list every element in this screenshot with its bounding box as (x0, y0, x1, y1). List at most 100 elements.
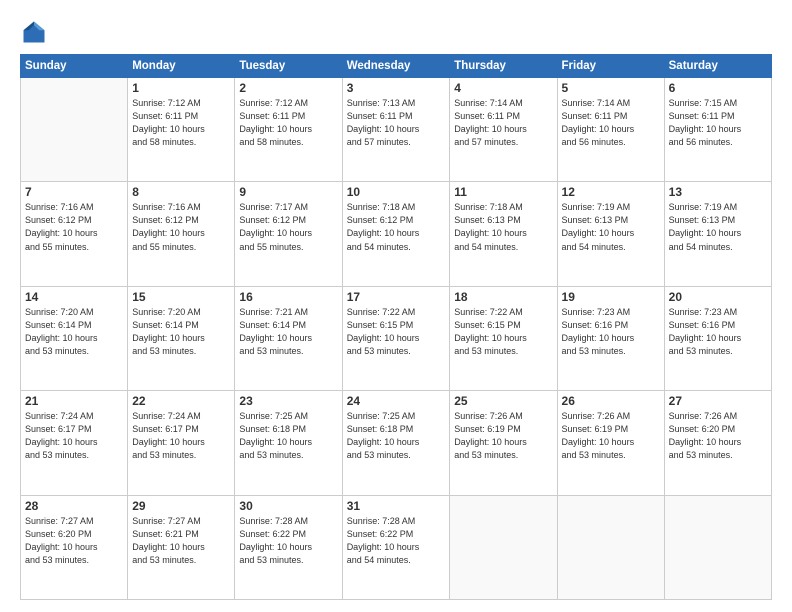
week-row-5: 28Sunrise: 7:27 AMSunset: 6:20 PMDayligh… (21, 495, 772, 599)
day-info: Sunrise: 7:28 AMSunset: 6:22 PMDaylight:… (347, 515, 446, 567)
day-info: Sunrise: 7:12 AMSunset: 6:11 PMDaylight:… (239, 97, 337, 149)
col-header-monday: Monday (128, 55, 235, 78)
day-cell: 28Sunrise: 7:27 AMSunset: 6:20 PMDayligh… (21, 495, 128, 599)
week-row-1: 1 Sunrise: 7:12 AMSunset: 6:11 PMDaylight… (21, 78, 772, 182)
day-number: 14 (25, 290, 123, 304)
day-number: 6 (669, 81, 767, 95)
day-number: 26 (562, 394, 660, 408)
day-cell: 18 Sunrise: 7:22 AMSunset: 6:15 PMDayligh… (450, 286, 557, 390)
day-number: 15 (132, 290, 230, 304)
day-cell: 20 Sunrise: 7:23 AMSunset: 6:16 PMDayligh… (664, 286, 771, 390)
day-cell: 5Sunrise: 7:14 AMSunset: 6:11 PMDaylight… (557, 78, 664, 182)
day-cell: 1 Sunrise: 7:12 AMSunset: 6:11 PMDaylight… (128, 78, 235, 182)
day-number: 24 (347, 394, 446, 408)
day-info: Sunrise: 7:27 AMSunset: 6:21 PMDaylight:… (132, 515, 230, 567)
day-number: 28 (25, 499, 123, 513)
day-number: 12 (562, 185, 660, 199)
day-info: Sunrise: 7:23 AMSunset: 6:16 PMDaylight:… (562, 306, 660, 358)
calendar-header-row: SundayMondayTuesdayWednesdayThursdayFrid… (21, 55, 772, 78)
day-cell: 8Sunrise: 7:16 AMSunset: 6:12 PMDaylight… (128, 182, 235, 286)
day-cell: 19 Sunrise: 7:23 AMSunset: 6:16 PMDayligh… (557, 286, 664, 390)
day-cell: 29Sunrise: 7:27 AMSunset: 6:21 PMDayligh… (128, 495, 235, 599)
day-number: 8 (132, 185, 230, 199)
day-cell: 25 Sunrise: 7:26 AMSunset: 6:19 PMDayligh… (450, 391, 557, 495)
day-cell (450, 495, 557, 599)
day-number: 22 (132, 394, 230, 408)
logo (20, 18, 52, 46)
day-info: Sunrise: 7:28 AMSunset: 6:22 PMDaylight:… (239, 515, 337, 567)
day-info: Sunrise: 7:19 AMSunset: 6:13 PMDaylight:… (669, 201, 767, 253)
day-info: Sunrise: 7:20 AMSunset: 6:14 PMDaylight:… (132, 306, 230, 358)
day-cell: 26 Sunrise: 7:26 AMSunset: 6:19 PMDayligh… (557, 391, 664, 495)
day-cell: 9 Sunrise: 7:17 AMSunset: 6:12 PMDaylight… (235, 182, 342, 286)
day-info: Sunrise: 7:18 AMSunset: 6:12 PMDaylight:… (347, 201, 446, 253)
day-info: Sunrise: 7:18 AMSunset: 6:13 PMDaylight:… (454, 201, 552, 253)
day-cell: 23 Sunrise: 7:25 AMSunset: 6:18 PMDayligh… (235, 391, 342, 495)
day-info: Sunrise: 7:26 AMSunset: 6:19 PMDaylight:… (562, 410, 660, 462)
day-number: 16 (239, 290, 337, 304)
day-number: 10 (347, 185, 446, 199)
day-cell: 3Sunrise: 7:13 AMSunset: 6:11 PMDaylight… (342, 78, 450, 182)
day-info: Sunrise: 7:23 AMSunset: 6:16 PMDaylight:… (669, 306, 767, 358)
day-info: Sunrise: 7:16 AMSunset: 6:12 PMDaylight:… (25, 201, 123, 253)
day-info: Sunrise: 7:26 AMSunset: 6:19 PMDaylight:… (454, 410, 552, 462)
day-number: 11 (454, 185, 552, 199)
day-number: 9 (239, 185, 337, 199)
col-header-saturday: Saturday (664, 55, 771, 78)
day-info: Sunrise: 7:15 AMSunset: 6:11 PMDaylight:… (669, 97, 767, 149)
day-number: 2 (239, 81, 337, 95)
page: SundayMondayTuesdayWednesdayThursdayFrid… (0, 0, 792, 612)
day-number: 25 (454, 394, 552, 408)
week-row-3: 14 Sunrise: 7:20 AMSunset: 6:14 PMDayligh… (21, 286, 772, 390)
day-number: 27 (669, 394, 767, 408)
day-info: Sunrise: 7:12 AMSunset: 6:11 PMDaylight:… (132, 97, 230, 149)
day-number: 18 (454, 290, 552, 304)
day-cell: 27 Sunrise: 7:26 AMSunset: 6:20 PMDayligh… (664, 391, 771, 495)
day-cell: 7 Sunrise: 7:16 AMSunset: 6:12 PMDaylight… (21, 182, 128, 286)
day-cell: 16 Sunrise: 7:21 AMSunset: 6:14 PMDayligh… (235, 286, 342, 390)
day-info: Sunrise: 7:17 AMSunset: 6:12 PMDaylight:… (239, 201, 337, 253)
day-number: 20 (669, 290, 767, 304)
header (20, 18, 772, 46)
day-number: 31 (347, 499, 446, 513)
col-header-tuesday: Tuesday (235, 55, 342, 78)
day-cell: 31 Sunrise: 7:28 AMSunset: 6:22 PMDayligh… (342, 495, 450, 599)
day-number: 30 (239, 499, 337, 513)
calendar-table: SundayMondayTuesdayWednesdayThursdayFrid… (20, 54, 772, 600)
day-cell: 17Sunrise: 7:22 AMSunset: 6:15 PMDayligh… (342, 286, 450, 390)
day-number: 17 (347, 290, 446, 304)
day-info: Sunrise: 7:24 AMSunset: 6:17 PMDaylight:… (132, 410, 230, 462)
day-number: 4 (454, 81, 552, 95)
day-cell (664, 495, 771, 599)
day-cell (21, 78, 128, 182)
day-info: Sunrise: 7:19 AMSunset: 6:13 PMDaylight:… (562, 201, 660, 253)
col-header-sunday: Sunday (21, 55, 128, 78)
day-cell (557, 495, 664, 599)
day-number: 13 (669, 185, 767, 199)
col-header-wednesday: Wednesday (342, 55, 450, 78)
day-number: 7 (25, 185, 123, 199)
day-cell: 12 Sunrise: 7:19 AMSunset: 6:13 PMDayligh… (557, 182, 664, 286)
day-cell: 15 Sunrise: 7:20 AMSunset: 6:14 PMDayligh… (128, 286, 235, 390)
day-cell: 11 Sunrise: 7:18 AMSunset: 6:13 PMDayligh… (450, 182, 557, 286)
day-cell: 21Sunrise: 7:24 AMSunset: 6:17 PMDayligh… (21, 391, 128, 495)
day-info: Sunrise: 7:21 AMSunset: 6:14 PMDaylight:… (239, 306, 337, 358)
day-info: Sunrise: 7:25 AMSunset: 6:18 PMDaylight:… (347, 410, 446, 462)
week-row-4: 21Sunrise: 7:24 AMSunset: 6:17 PMDayligh… (21, 391, 772, 495)
day-number: 19 (562, 290, 660, 304)
day-info: Sunrise: 7:25 AMSunset: 6:18 PMDaylight:… (239, 410, 337, 462)
day-cell: 24 Sunrise: 7:25 AMSunset: 6:18 PMDayligh… (342, 391, 450, 495)
day-number: 23 (239, 394, 337, 408)
day-info: Sunrise: 7:22 AMSunset: 6:15 PMDaylight:… (454, 306, 552, 358)
day-number: 1 (132, 81, 230, 95)
day-cell: 4 Sunrise: 7:14 AMSunset: 6:11 PMDaylight… (450, 78, 557, 182)
day-cell: 2 Sunrise: 7:12 AMSunset: 6:11 PMDaylight… (235, 78, 342, 182)
day-cell: 13 Sunrise: 7:19 AMSunset: 6:13 PMDayligh… (664, 182, 771, 286)
day-info: Sunrise: 7:14 AMSunset: 6:11 PMDaylight:… (562, 97, 660, 149)
day-info: Sunrise: 7:14 AMSunset: 6:11 PMDaylight:… (454, 97, 552, 149)
day-info: Sunrise: 7:20 AMSunset: 6:14 PMDaylight:… (25, 306, 123, 358)
day-cell: 6 Sunrise: 7:15 AMSunset: 6:11 PMDaylight… (664, 78, 771, 182)
day-info: Sunrise: 7:26 AMSunset: 6:20 PMDaylight:… (669, 410, 767, 462)
day-cell: 14 Sunrise: 7:20 AMSunset: 6:14 PMDayligh… (21, 286, 128, 390)
day-number: 3 (347, 81, 446, 95)
